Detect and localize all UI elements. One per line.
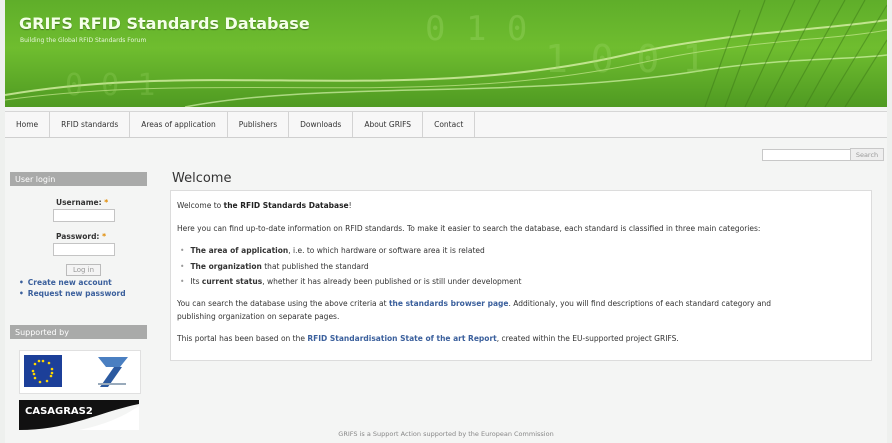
page: 0 1 0 1 0 0 1 0 0 1 GRIFS RFID Standards… — [5, 0, 887, 443]
nav-contact[interactable]: Contact — [423, 112, 476, 137]
categories-paragraph: Here you can find up-to-date information… — [177, 224, 761, 233]
user-login-block: Username: * Password: * Log in • Create n… — [10, 189, 147, 304]
site-title[interactable]: GRIFS RFID Standards Database — [19, 14, 310, 33]
browser-paragraph-line2: publishing organization on separate page… — [177, 312, 340, 321]
create-account-link[interactable]: • Create new account — [19, 278, 112, 287]
password-field[interactable] — [53, 243, 115, 256]
svg-text:0 1 0: 0 1 0 — [425, 9, 527, 49]
footer: GRIFS is a Support Action supported by t… — [338, 430, 554, 438]
site-slogan: Building the Global RFID Standards Forum — [20, 37, 147, 44]
casagras-logo: CASAGRAS2 — [19, 400, 139, 430]
bullet-icon: • — [180, 277, 185, 286]
browser-paragraph: You can search the database using the ab… — [177, 299, 772, 308]
required-marker: * — [104, 198, 109, 207]
bullet-icon: • — [180, 246, 185, 255]
fp7-logo — [98, 357, 128, 387]
report-paragraph: This portal has been based on the RFID S… — [177, 334, 679, 343]
user-login-title: User login — [10, 172, 147, 186]
bullet-icon: • — [180, 262, 185, 271]
eu-logo-box — [19, 350, 141, 394]
bullet-icon: • — [19, 278, 24, 287]
intro-paragraph: Welcome to the RFID Standards Database! — [177, 201, 352, 210]
password-label: Password: * — [56, 232, 106, 241]
list-item: • The organization that published the sta… — [180, 262, 369, 271]
casagras-logo-label: CASAGRAS2 — [25, 406, 93, 417]
search-input[interactable] — [762, 149, 852, 161]
welcome-content: Welcome to the RFID Standards Database! … — [170, 190, 872, 361]
username-label: Username: * — [56, 198, 109, 207]
required-marker: * — [102, 232, 106, 241]
page-title: Welcome — [172, 171, 232, 186]
nav-areas-of-application[interactable]: Areas of application — [130, 112, 228, 137]
nav-home[interactable]: Home — [5, 112, 51, 137]
nav-downloads[interactable]: Downloads — [289, 112, 354, 137]
bullet-icon: • — [19, 289, 24, 298]
username-field[interactable] — [53, 209, 115, 222]
nav-about-grifs[interactable]: About GRIFS — [353, 112, 424, 137]
list-item: • The area of application, i.e. to which … — [180, 246, 485, 255]
search-button[interactable]: Search — [850, 148, 884, 161]
supported-by-title: Supported by — [10, 325, 147, 339]
state-of-art-report-link[interactable]: RFID Standardisation State of the art Re… — [307, 334, 496, 343]
nav-publishers[interactable]: Publishers — [228, 112, 290, 137]
login-button[interactable]: Log in — [66, 264, 101, 276]
request-password-link[interactable]: • Request new password — [19, 289, 126, 298]
nav-rfid-standards[interactable]: RFID standards — [50, 112, 131, 137]
standards-browser-link[interactable]: the standards browser page — [389, 299, 509, 308]
svg-text:1 0 0 1: 1 0 0 1 — [545, 37, 705, 81]
site-header: 0 1 0 1 0 0 1 0 0 1 GRIFS RFID Standards… — [5, 0, 887, 107]
main-nav: Home RFID standards Areas of application… — [5, 111, 887, 138]
svg-text:0 0 1: 0 0 1 — [65, 68, 155, 103]
list-item: • Its current status, whether it has alre… — [180, 277, 522, 286]
